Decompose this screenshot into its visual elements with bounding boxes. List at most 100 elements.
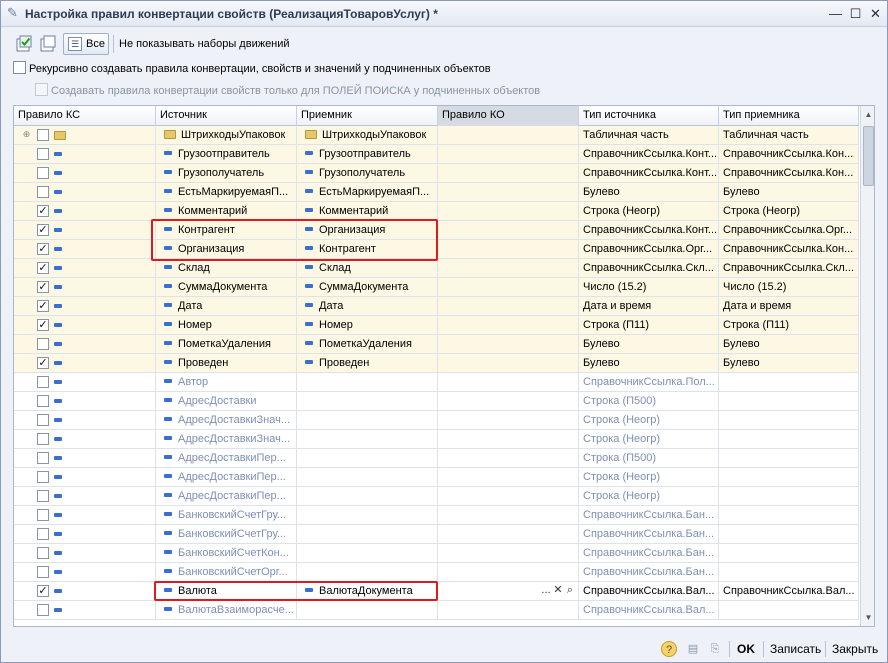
row-checkbox[interactable] — [37, 452, 49, 464]
target-cell[interactable]: Грузоотправитель — [297, 145, 438, 164]
row-checkbox[interactable] — [37, 509, 49, 521]
target-cell[interactable]: Номер — [297, 316, 438, 335]
source-cell[interactable]: Валюта — [156, 582, 297, 601]
table-row[interactable]: Грузоотправитель Грузоотправитель Справочн… — [14, 145, 859, 164]
rule-ko-cell[interactable] — [438, 506, 579, 525]
target-cell[interactable]: ШтрихкодыУпаковок — [297, 126, 438, 145]
source-cell[interactable]: Дата — [156, 297, 297, 316]
show-all-button[interactable]: ☰ Все — [63, 33, 109, 55]
rule-ko-cell[interactable] — [438, 259, 579, 278]
table-row[interactable]: ✓ Контрагент Организация СправочникСсылка.К… — [14, 221, 859, 240]
rule-ko-cell[interactable] — [438, 392, 579, 411]
rule-ko-cell[interactable] — [438, 221, 579, 240]
target-cell[interactable]: Комментарий — [297, 202, 438, 221]
target-cell[interactable] — [297, 373, 438, 392]
table-row[interactable]: АдресДоставкиЗнач... Строка (Неогр) — [14, 411, 859, 430]
target-cell[interactable]: ПометкаУдаления — [297, 335, 438, 354]
table-row[interactable]: Грузополучатель Грузополучатель Справочник… — [14, 164, 859, 183]
source-cell[interactable]: ВалютаВзаиморасче... — [156, 601, 297, 620]
table-row[interactable]: АдресДоставкиПер... Строка (Неогр) — [14, 468, 859, 487]
source-cell[interactable]: АдресДоставкиЗнач... — [156, 411, 297, 430]
uncheck-all-icon[interactable] — [39, 35, 57, 53]
source-cell[interactable]: ШтрихкодыУпаковок — [156, 126, 297, 145]
target-cell[interactable]: Контрагент — [297, 240, 438, 259]
target-cell[interactable]: Склад — [297, 259, 438, 278]
maximize-icon[interactable]: ☐ — [847, 5, 864, 22]
table-row[interactable]: АдресДоставкиПер... Строка (Неогр) — [14, 487, 859, 506]
rule-ko-cell[interactable] — [438, 544, 579, 563]
table-row[interactable]: ✓ Дата Дата Дата и время Дата и время — [14, 297, 859, 316]
rule-ko-cell[interactable] — [438, 335, 579, 354]
row-checkbox[interactable] — [37, 395, 49, 407]
header-target-type[interactable]: Тип приемника — [719, 106, 859, 126]
table-row[interactable]: ✓ Склад Склад СправочникСсылка.Скл... Справо… — [14, 259, 859, 278]
source-cell[interactable]: АдресДоставкиПер... — [156, 449, 297, 468]
source-cell[interactable]: Грузоотправитель — [156, 145, 297, 164]
recursive-checkbox[interactable] — [13, 61, 26, 74]
source-cell[interactable]: Проведен — [156, 354, 297, 373]
row-checkbox[interactable] — [37, 566, 49, 578]
rule-ko-cell[interactable] — [438, 468, 579, 487]
row-checkbox[interactable]: ✓ — [37, 319, 49, 331]
source-cell[interactable]: БанковскийСчетГру... — [156, 506, 297, 525]
table-row[interactable]: БанковскийСчетКон... СправочникСсылка.Бан… — [14, 544, 859, 563]
row-checkbox[interactable] — [37, 433, 49, 445]
header-target[interactable]: Приемник — [297, 106, 438, 126]
select-button[interactable]: ... — [540, 584, 552, 596]
search-icon[interactable]: ⌕ — [564, 584, 576, 597]
close-icon[interactable]: ✕ — [867, 5, 884, 22]
source-cell[interactable]: АдресДоставкиЗнач... — [156, 430, 297, 449]
check-all-icon[interactable] — [15, 35, 33, 53]
source-cell[interactable]: Номер — [156, 316, 297, 335]
target-cell[interactable] — [297, 601, 438, 620]
table-row[interactable]: ✓ СуммаДокумента СуммаДокумента Число (15.2… — [14, 278, 859, 297]
source-cell[interactable]: Грузополучатель — [156, 164, 297, 183]
table-row[interactable]: ЕстьМаркируемаяП... ЕстьМаркируемаяП... Бу… — [14, 183, 859, 202]
scroll-thumb[interactable] — [863, 126, 874, 186]
scroll-up-icon[interactable]: ▲ — [863, 109, 874, 120]
target-cell[interactable] — [297, 563, 438, 582]
header-source[interactable]: Источник — [156, 106, 297, 126]
target-cell[interactable] — [297, 411, 438, 430]
rule-ko-cell[interactable] — [438, 601, 579, 620]
table-row[interactable]: ВалютаВзаиморасче... СправочникСсылка.Вал… — [14, 601, 859, 620]
row-checkbox[interactable]: ✓ — [37, 281, 49, 293]
row-checkbox[interactable] — [37, 604, 49, 616]
table-row[interactable]: АдресДоставкиЗнач... Строка (Неогр) — [14, 430, 859, 449]
clear-icon[interactable]: ✕ — [552, 583, 564, 596]
target-cell[interactable] — [297, 487, 438, 506]
table-row[interactable]: ✓ Организация Контрагент СправочникСсылка.О… — [14, 240, 859, 259]
row-checkbox[interactable]: ✓ — [37, 262, 49, 274]
target-cell[interactable]: Организация — [297, 221, 438, 240]
target-cell[interactable] — [297, 506, 438, 525]
rule-ko-cell[interactable] — [438, 525, 579, 544]
target-cell[interactable] — [297, 468, 438, 487]
scroll-down-icon[interactable]: ▼ — [863, 612, 874, 623]
help-icon[interactable]: ? — [661, 641, 677, 657]
table-row[interactable]: Автор СправочникСсылка.Пол... — [14, 373, 859, 392]
hide-sets-button[interactable]: Не показывать наборы движений — [119, 38, 290, 50]
table-row[interactable]: ✓ Валюта ВалютаДокумента... ✕ ⌕ СправочникСсы… — [14, 582, 859, 601]
table-row[interactable]: БанковскийСчетГру... СправочникСсылка.Бан… — [14, 506, 859, 525]
header-rule-kc[interactable]: Правило КС — [14, 106, 156, 126]
rule-ko-cell[interactable] — [438, 316, 579, 335]
row-checkbox[interactable]: ✓ — [37, 205, 49, 217]
target-cell[interactable]: Проведен — [297, 354, 438, 373]
rule-ko-cell[interactable] — [438, 430, 579, 449]
row-checkbox[interactable] — [37, 148, 49, 160]
row-checkbox[interactable] — [37, 528, 49, 540]
row-checkbox[interactable] — [37, 547, 49, 559]
table-row[interactable]: БанковскийСчетГру... СправочникСсылка.Бан… — [14, 525, 859, 544]
source-cell[interactable]: Склад — [156, 259, 297, 278]
target-cell[interactable] — [297, 544, 438, 563]
target-cell[interactable] — [297, 392, 438, 411]
row-checkbox[interactable] — [37, 338, 49, 350]
rule-ko-cell[interactable]: ... ✕ ⌕ — [438, 582, 579, 601]
row-checkbox[interactable]: ✓ — [37, 243, 49, 255]
row-checkbox[interactable] — [37, 186, 49, 198]
table-row[interactable]: ПометкаУдаления ПометкаУдаления Булево Буле… — [14, 335, 859, 354]
expand-icon[interactable]: ⊕ — [22, 130, 31, 139]
table-row[interactable]: ✓ Комментарий Комментарий Строка (Неогр) Стр… — [14, 202, 859, 221]
print-icon[interactable]: ▤ — [685, 641, 701, 657]
header-source-type[interactable]: Тип источника — [579, 106, 719, 126]
